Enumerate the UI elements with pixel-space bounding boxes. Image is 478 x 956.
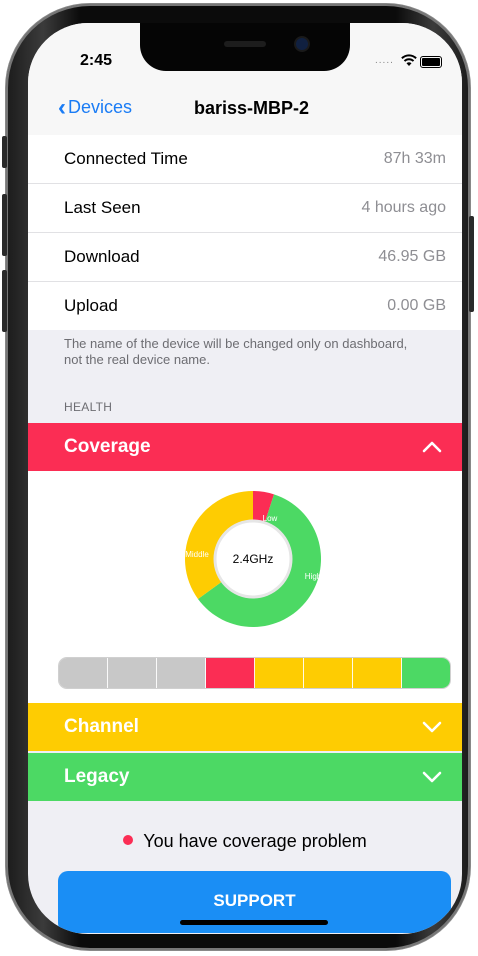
coverage-bar-segment bbox=[206, 658, 255, 688]
coverage-bar-segment bbox=[108, 658, 157, 688]
coverage-bar-segment bbox=[157, 658, 206, 688]
detail-label: Last Seen bbox=[64, 198, 141, 217]
donut-center-label: 2.4GHz bbox=[233, 552, 274, 566]
wifi-icon bbox=[401, 54, 417, 66]
detail-label: Connected Time bbox=[64, 149, 188, 168]
coverage-panel: 2.4GHz Low High Middle bbox=[28, 471, 462, 703]
detail-label: Download bbox=[64, 247, 140, 266]
donut-slice-label-middle: Middle bbox=[185, 550, 209, 559]
coverage-bar-segment bbox=[353, 658, 402, 688]
health-section-header: HEALTH bbox=[64, 400, 113, 414]
problem-text: You have coverage problem bbox=[143, 831, 367, 851]
cellular-dots-icon: ..... bbox=[375, 55, 394, 66]
device-details-list: Connected Time 87h 33m Last Seen 4 hours… bbox=[28, 135, 462, 330]
detail-value: 4 hours ago bbox=[361, 199, 446, 216]
legacy-section-header[interactable]: Legacy bbox=[28, 753, 462, 801]
notch bbox=[140, 23, 350, 71]
phone-frame: 2:45 ..... ‹ Devices bariss-MBP-2 Connec… bbox=[2, 4, 474, 950]
screen: 2:45 ..... ‹ Devices bariss-MBP-2 Connec… bbox=[28, 23, 462, 934]
problem-dot-icon bbox=[123, 835, 134, 845]
donut-slice-label-high: High bbox=[305, 572, 321, 581]
detail-value: 0.00 GB bbox=[387, 297, 446, 314]
volume-up-button bbox=[2, 194, 7, 256]
chevron-down-icon bbox=[422, 771, 442, 783]
coverage-bar-segment bbox=[304, 658, 353, 688]
detail-row-last-seen: Last Seen 4 hours ago bbox=[28, 184, 462, 233]
back-label: Devices bbox=[68, 97, 133, 117]
back-button[interactable]: ‹ Devices bbox=[58, 93, 133, 121]
detail-row-download: Download 46.95 GB bbox=[28, 233, 462, 282]
device-name-note: The name of the device will be changed o… bbox=[64, 336, 408, 367]
coverage-title: Coverage bbox=[64, 436, 151, 457]
donut-slice-label-low: Low bbox=[263, 514, 278, 523]
status-time: 2:45 bbox=[80, 52, 113, 69]
coverage-segment-bar bbox=[58, 657, 451, 689]
detail-value: 46.95 GB bbox=[378, 248, 446, 265]
navigation-bar: ‹ Devices bariss-MBP-2 bbox=[28, 83, 462, 136]
coverage-bar-segment bbox=[255, 658, 304, 688]
battery-icon bbox=[420, 56, 442, 68]
coverage-bar-segment bbox=[402, 658, 450, 688]
chevron-down-icon bbox=[422, 721, 442, 733]
detail-row-connected-time: Connected Time 87h 33m bbox=[28, 135, 462, 184]
front-camera bbox=[296, 38, 308, 50]
coverage-section-header[interactable]: Coverage bbox=[28, 423, 462, 471]
channel-section-header[interactable]: Channel bbox=[28, 703, 462, 751]
volume-down-button bbox=[2, 270, 7, 332]
detail-value: 87h 33m bbox=[383, 150, 446, 167]
coverage-donut-chart: 2.4GHz Low High Middle bbox=[185, 491, 321, 627]
chevron-left-icon: ‹ bbox=[58, 93, 66, 121]
coverage-bar-segment bbox=[59, 658, 108, 688]
mute-switch bbox=[2, 136, 7, 168]
chevron-up-icon bbox=[422, 441, 442, 453]
power-button bbox=[469, 216, 474, 312]
detail-label: Upload bbox=[64, 296, 118, 315]
speaker-grille bbox=[224, 41, 266, 47]
channel-title: Channel bbox=[64, 716, 139, 737]
detail-row-upload: Upload 0.00 GB bbox=[28, 282, 462, 330]
home-indicator[interactable] bbox=[180, 920, 328, 925]
coverage-problem-message: You have coverage problem bbox=[28, 831, 462, 852]
legacy-title: Legacy bbox=[64, 766, 130, 787]
page-title: bariss-MBP-2 bbox=[194, 98, 310, 118]
